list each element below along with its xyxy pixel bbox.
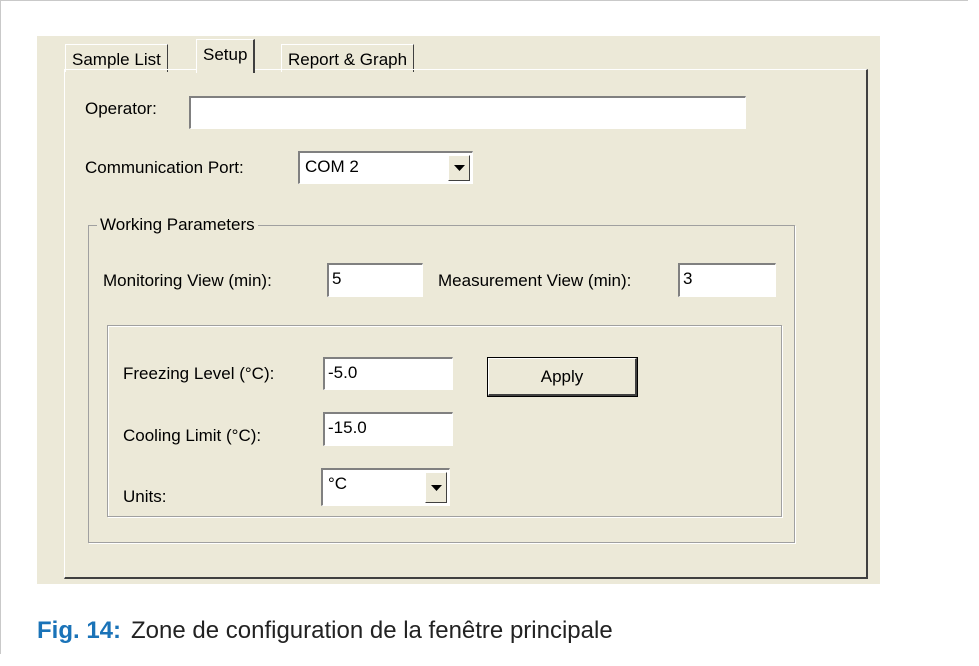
- measurement-view-label: Measurement View (min):: [438, 271, 632, 290]
- working-parameters-title: Working Parameters: [97, 215, 258, 235]
- freezing-level-label: Freezing Level (°C):: [123, 364, 275, 383]
- chevron-down-icon[interactable]: [448, 155, 470, 181]
- setup-panel: Operator: Communication Port: COM 2 Work…: [64, 69, 868, 579]
- units-label: Units:: [123, 487, 167, 506]
- figure-number: Fig. 14:: [37, 617, 122, 644]
- communication-port-value: COM 2: [305, 157, 359, 176]
- cooling-limit-label: Cooling Limit (°C):: [123, 426, 262, 445]
- monitoring-view-input[interactable]: 5: [327, 263, 423, 297]
- operator-label: Operator:: [85, 99, 157, 118]
- tab-setup[interactable]: Setup: [196, 39, 256, 73]
- operator-input[interactable]: [189, 96, 746, 129]
- tab-sample-list[interactable]: Sample List: [65, 44, 168, 72]
- units-select[interactable]: °C: [321, 468, 450, 506]
- communication-port-label: Communication Port:: [85, 158, 244, 177]
- cooling-limit-input[interactable]: -15.0: [323, 412, 453, 446]
- figure-caption: Fig. 14: Zone de configuration de la fenê…: [37, 617, 613, 645]
- chevron-down-icon[interactable]: [425, 472, 447, 503]
- tab-report-graph[interactable]: Report & Graph: [281, 44, 415, 72]
- figure-caption-text: Zone de configuration de la fenêtre prin…: [131, 617, 613, 644]
- units-value: °C: [328, 474, 348, 493]
- measurement-view-input[interactable]: 3: [678, 263, 776, 297]
- apply-button[interactable]: Apply: [487, 357, 638, 397]
- setup-window: Sample List Setup Report & Graph Operato…: [37, 36, 880, 584]
- communication-port-select[interactable]: COM 2: [298, 151, 473, 184]
- freezing-level-input[interactable]: -5.0: [323, 357, 453, 390]
- monitoring-view-label: Monitoring View (min):: [103, 271, 272, 290]
